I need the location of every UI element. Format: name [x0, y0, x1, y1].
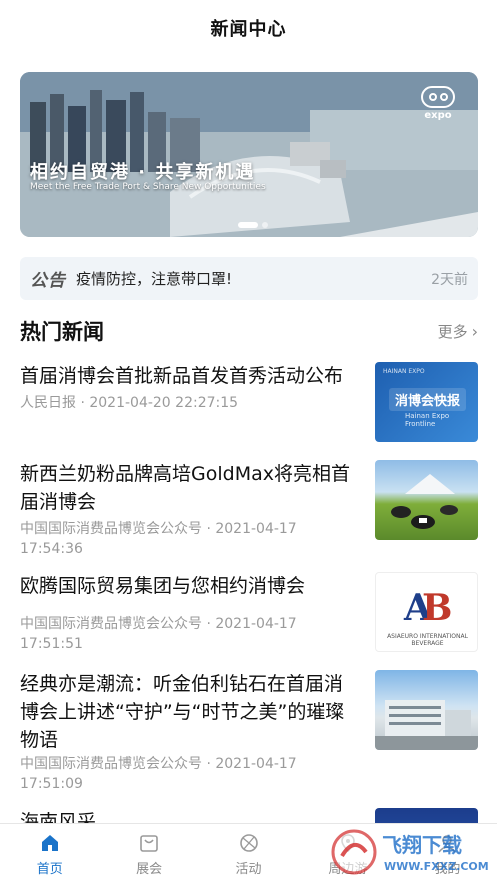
- bottom-tab-bar: 首页 展会 活动 周边游 我的: [0, 823, 497, 883]
- ball-icon: [237, 831, 261, 855]
- carousel-indicator: [238, 222, 268, 228]
- news-title: 欧腾国际贸易集团与您相约消博会: [20, 575, 306, 597]
- news-thumbnail: AB ASIAEURO INTERNATIONAL BEVERAGE: [375, 572, 478, 652]
- banner-carousel[interactable]: 相约自贸港 · 共享新机遇 Meet the Free Trade Port &…: [20, 72, 478, 237]
- carousel-dot: [262, 222, 268, 228]
- page-title: 新闻中心: [210, 19, 287, 40]
- notice-tag: 公告: [30, 271, 66, 291]
- banner-headline: 相约自贸港 · 共享新机遇: [30, 162, 256, 183]
- bag-icon: [137, 831, 161, 855]
- tab-activity[interactable]: 活动: [199, 824, 298, 883]
- news-meta: 中国国际消费品博览会公众号 · 2021-04-17 17:51:51: [20, 616, 297, 652]
- news-title: 经典亦是潮流：听金伯利钻石在首届消博会上讲述“守护”与“时节之美”的璀璨物语: [20, 673, 345, 751]
- notice-text: 疫情防控，注意带口罩!: [76, 270, 233, 288]
- expo-mascot-icon: [421, 86, 455, 108]
- tab-mine[interactable]: 我的: [398, 824, 497, 883]
- news-meta: 中国国际消费品博览会公众号 · 2021-04-17 17:54:36: [20, 521, 297, 557]
- notice-bar[interactable]: 公告 疫情防控，注意带口罩! 2天前: [20, 257, 478, 300]
- tab-home[interactable]: 首页: [0, 824, 99, 883]
- news-meta: 人民日报 · 2021-04-20 22:27:15: [20, 395, 239, 411]
- news-thumbnail: [375, 670, 478, 750]
- section-title: 热门新闻: [20, 320, 104, 344]
- news-thumbnail: HAINAN EXPO 消博会快报 Hainan Expo Frontline: [375, 362, 478, 442]
- home-icon: [38, 831, 62, 855]
- notice-time: 2天前: [431, 271, 468, 288]
- hot-news-header: 热门新闻 更多 ›: [20, 314, 478, 348]
- top-bar: 新闻中心: [0, 0, 497, 56]
- news-title: 新西兰奶粉品牌高培GoldMax将亮相首届消博会: [20, 463, 350, 513]
- banner-subline: Meet the Free Trade Port & Share New Opp…: [30, 182, 266, 192]
- tab-nearby-travel[interactable]: 周边游: [298, 824, 397, 883]
- expo-logo: expo: [418, 86, 458, 128]
- chevron-right-icon: ›: [471, 321, 478, 341]
- banner-image: [20, 72, 478, 237]
- map-icon: [336, 831, 360, 855]
- tab-exhibition[interactable]: 展会: [99, 824, 198, 883]
- news-title: 首届消博会首批新品首发首秀活动公布: [20, 365, 344, 387]
- more-link[interactable]: 更多 ›: [438, 321, 478, 342]
- news-meta: 中国国际消费品博览会公众号 · 2021-04-17 17:51:09: [20, 756, 297, 792]
- carousel-dot: [238, 222, 258, 228]
- brand-logo: AB: [404, 587, 453, 629]
- news-thumbnail: [375, 460, 478, 540]
- user-icon: [435, 831, 459, 855]
